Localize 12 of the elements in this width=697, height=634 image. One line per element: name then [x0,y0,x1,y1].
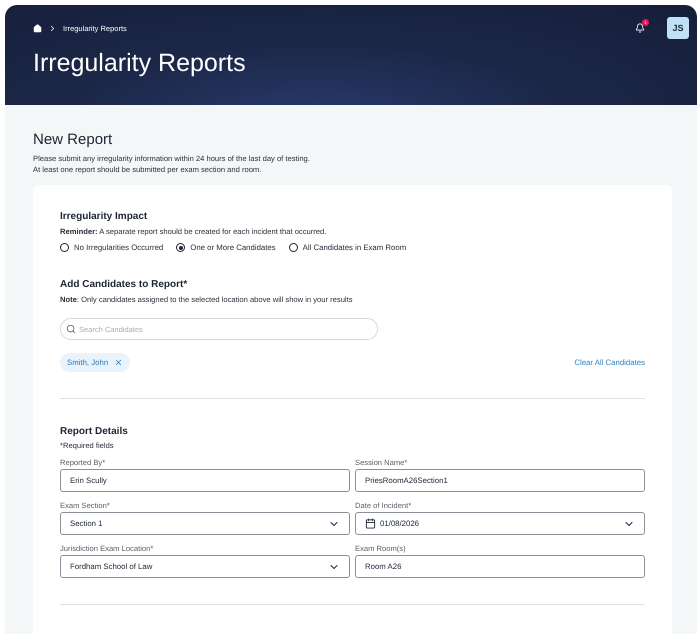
section-heading: Irregularity Impact [60,211,148,222]
page-title: Irregularity Reports [33,51,247,76]
section-heading: Report Details [60,426,129,437]
home-icon[interactable] [33,24,42,32]
bell-icon[interactable] [635,23,645,33]
calendar-icon [365,518,376,529]
remove-button[interactable] [114,358,124,367]
section-heading: Add Candidates to Report* [60,279,188,290]
user-avatar[interactable]: JS [667,17,689,39]
chevron-right-icon [48,24,57,32]
section-title: New Report [33,131,114,148]
search-icon [66,324,76,334]
